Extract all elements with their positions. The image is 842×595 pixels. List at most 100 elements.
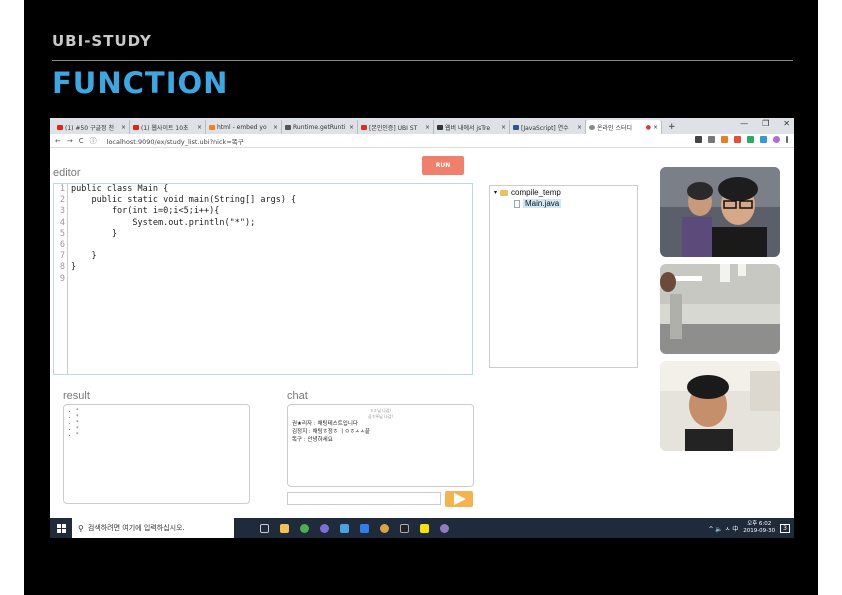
webcam-image: [660, 264, 780, 354]
page-icon: [437, 124, 443, 130]
youtube-icon: [133, 124, 139, 130]
close-icon[interactable]: ×: [273, 124, 278, 131]
globe-icon: [589, 124, 595, 130]
send-button[interactable]: [445, 491, 473, 507]
tree-toggle-icon[interactable]: ▾: [494, 189, 497, 196]
app-icon[interactable]: [314, 518, 334, 538]
wiki-icon: [513, 124, 519, 130]
run-button[interactable]: RUN: [422, 156, 464, 175]
webcam-image: [660, 167, 780, 257]
terminal-icon[interactable]: [394, 518, 414, 538]
minimize-button[interactable]: —: [740, 119, 748, 128]
stackoverflow-icon: [209, 124, 215, 130]
line-gutter: 1 2 3 4 5 6 7 8 9: [54, 184, 68, 374]
kakaotalk-icon[interactable]: [414, 518, 434, 538]
browser-tab-active[interactable]: 온라인 스터디 ● ×: [586, 120, 662, 134]
url-input[interactable]: localhost:9090/ex/study_list.ubi?nick=똑구: [107, 136, 244, 146]
app-icon[interactable]: [334, 518, 354, 538]
close-icon[interactable]: ×: [501, 124, 506, 131]
chat-message: 권★리자 : 채팅테스트입니다: [292, 421, 358, 427]
back-icon[interactable]: ←: [55, 137, 61, 145]
close-icon[interactable]: ×: [653, 124, 658, 131]
windows-icon: [56, 523, 66, 533]
app-page: editor RUN 1 2 3 4 5 6 7 8 9 public clas…: [50, 149, 794, 518]
result-line: *: [69, 432, 244, 438]
code-line[interactable]: public class Main {: [71, 184, 296, 195]
chat-log: ㅎㅎ님 나감! 공ㅎ뚜님 나감! 권★리자 : 채팅테스트입니다 김정지 : 채…: [287, 404, 474, 487]
code-line[interactable]: [71, 240, 296, 251]
editor-label: editor: [53, 167, 81, 179]
vscode-icon[interactable]: [354, 518, 374, 538]
extension-icons: [695, 136, 788, 143]
clock[interactable]: 오후 6:02 2019-09-30: [743, 521, 775, 535]
tree-folder[interactable]: ▾ compile_temp: [494, 188, 561, 197]
code-editor[interactable]: 1 2 3 4 5 6 7 8 9 public class Main { pu…: [53, 183, 473, 375]
clock-date: 2019-09-30: [743, 528, 776, 534]
browser-tab[interactable]: Runtime.getRunti ×: [282, 120, 358, 134]
eclipse-icon[interactable]: [434, 518, 454, 538]
notification-icon[interactable]: 3: [780, 523, 790, 533]
chat-input[interactable]: [287, 492, 441, 505]
browser-tab[interactable]: html - embed yo ×: [206, 120, 282, 134]
close-window-button[interactable]: ✕: [783, 119, 790, 128]
browser-tab[interactable]: [본인인증] UBI ST ×: [358, 120, 434, 134]
browser-tab[interactable]: (1) 웹사이트 10초 ×: [130, 120, 206, 134]
tree-file[interactable]: Main.java: [514, 199, 562, 208]
taskbar-search[interactable]: ⚲ 검색하려면 여기에 입력하십시오.: [72, 518, 234, 538]
reload-icon[interactable]: C: [79, 137, 84, 145]
chat-message: 김정지 : 채팅ㅎ정ㅎ ㅣㅇㅎㅅㅅ끝: [292, 429, 370, 435]
extension-icon[interactable]: [734, 136, 741, 143]
code-line[interactable]: [71, 274, 296, 285]
start-button[interactable]: [50, 518, 72, 538]
info-icon: ⓘ: [89, 136, 97, 145]
close-icon[interactable]: ×: [577, 124, 582, 131]
slide-title: UBI-STUDY: [52, 32, 152, 50]
window-controls: — ❐ ✕: [740, 119, 790, 128]
code-line[interactable]: public static void main(String[] args) {: [71, 195, 296, 206]
code-line[interactable]: }: [71, 262, 296, 273]
settings-icon[interactable]: [374, 518, 394, 538]
browser-tab[interactable]: 웹버 내에서 jsTre ×: [434, 120, 510, 134]
code-line[interactable]: for(int i=0;i<5;i++){: [71, 206, 296, 217]
folder-label: compile_temp: [511, 188, 561, 197]
video-feed: [660, 264, 780, 354]
close-icon[interactable]: ×: [121, 124, 126, 131]
folder-icon: [500, 189, 509, 196]
clock-time: 오후 6:02: [747, 521, 772, 527]
file-explorer-icon[interactable]: [274, 518, 294, 538]
address-bar: ← → C ⓘ localhost:9090/ex/study_list.ubi…: [50, 134, 794, 148]
chat-message: 똑구 : 안녕하세요: [292, 437, 333, 443]
close-icon[interactable]: ×: [197, 124, 202, 131]
avatar[interactable]: [773, 136, 780, 143]
chrome-icon[interactable]: [294, 518, 314, 538]
code-line[interactable]: }: [71, 251, 296, 262]
browser-tabbar: (1) #50 구글정 천 × (1) 웹사이트 10초 × html - embe…: [50, 118, 794, 134]
star-icon[interactable]: [708, 136, 715, 143]
close-icon[interactable]: ×: [349, 124, 354, 131]
extension-icon[interactable]: [760, 136, 767, 143]
taskbar: ⚲ 검색하려면 여기에 입력하십시오. ^ 🔈 ㅅ 中 오후 6:02 2019…: [50, 518, 794, 538]
play-icon: [454, 493, 466, 505]
task-view-icon[interactable]: [254, 518, 274, 538]
code-line[interactable]: }: [71, 229, 296, 240]
file-tree: ▾ compile_temp Main.java: [489, 185, 638, 368]
youtube-icon: [57, 124, 63, 130]
camera-icon[interactable]: [695, 136, 702, 143]
new-tab-button[interactable]: +: [662, 120, 682, 134]
menu-icon[interactable]: [786, 136, 788, 143]
screenshot: (1) #50 구글정 천 × (1) 웹사이트 10초 × html - embe…: [50, 118, 794, 538]
slide-heading: FUNCTION: [52, 66, 229, 100]
tray-icons[interactable]: ^ 🔈 ㅅ 中: [708, 524, 738, 533]
browser-tab[interactable]: [JavaScript] 연수 ×: [510, 120, 586, 134]
extension-icon[interactable]: [721, 136, 728, 143]
extension-icon[interactable]: [747, 136, 754, 143]
maximize-button[interactable]: ❐: [762, 119, 769, 128]
forward-icon[interactable]: →: [67, 137, 73, 145]
result-label: result: [63, 390, 90, 402]
recording-icon: ●: [645, 123, 651, 131]
browser-tab[interactable]: (1) #50 구글정 천 ×: [54, 120, 130, 134]
code-lines[interactable]: public class Main { public static void m…: [71, 184, 296, 285]
code-line[interactable]: System.out.println("*");: [71, 218, 296, 229]
video-feed: [660, 167, 780, 257]
close-icon[interactable]: ×: [425, 124, 430, 131]
